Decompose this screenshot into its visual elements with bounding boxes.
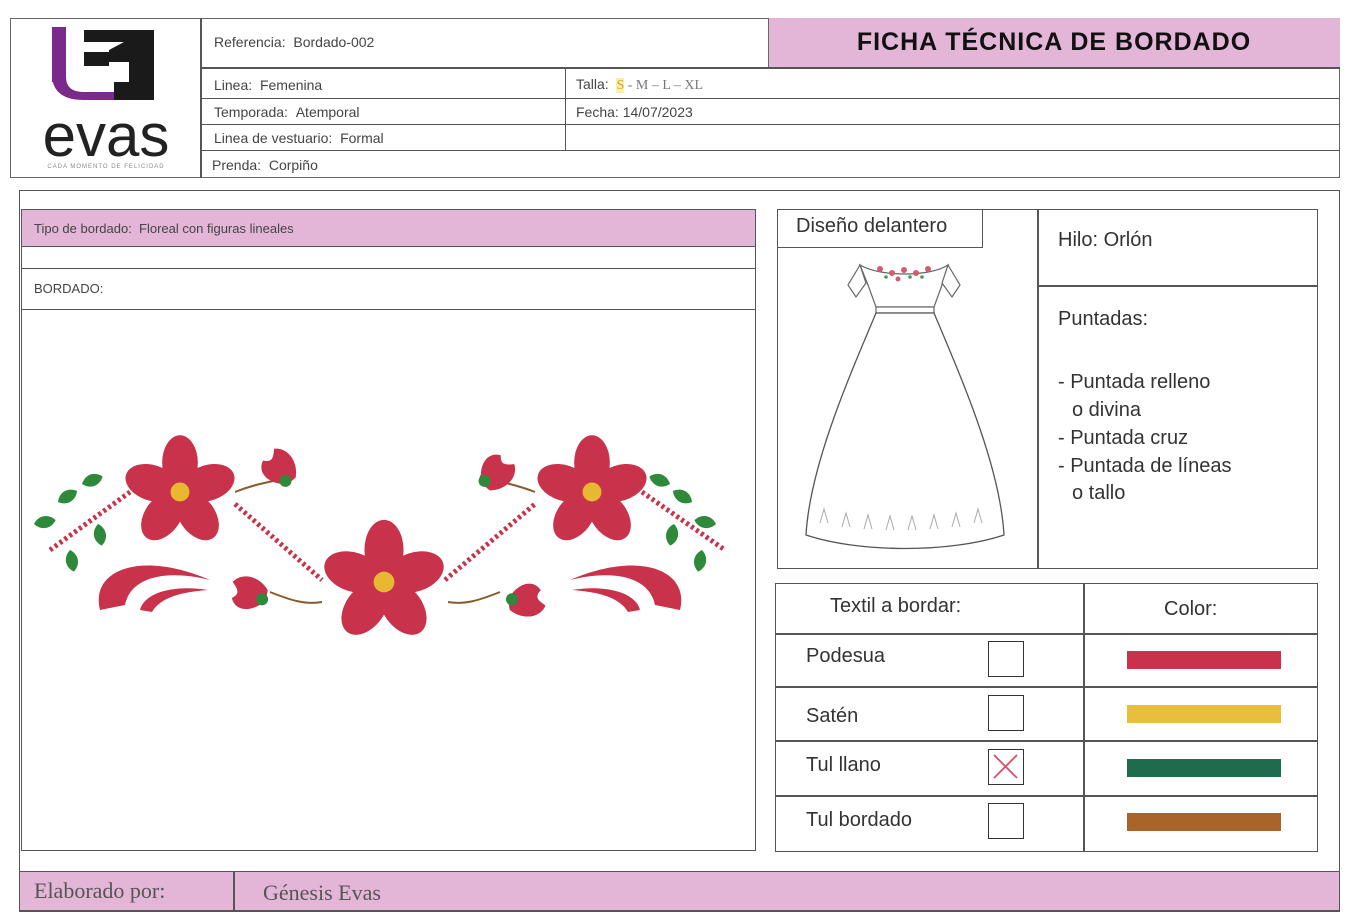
fecha-label: Fecha:	[576, 104, 619, 120]
flower-center	[318, 519, 450, 644]
bud-bottom-right	[503, 581, 547, 621]
talla-field: Talla: S - M – L – XL	[576, 76, 703, 94]
stitch-line-right-inner	[443, 502, 537, 582]
vestuario-field: Linea de vestuario: Formal	[214, 130, 384, 146]
linea-field: Linea: Femenina	[214, 77, 322, 93]
fecha-value: 14/07/2023	[622, 104, 693, 120]
page-title: FICHA TÉCNICA DE BORDADO	[856, 28, 1252, 56]
color-swatch-green	[1127, 759, 1281, 777]
textil-header: Textil a bordar:	[830, 595, 962, 617]
checkbox-tul-llano[interactable]	[988, 749, 1024, 785]
check-x-icon	[993, 754, 1018, 779]
logo-tagline: CADA MOMENTO DE FELICIDAD	[47, 164, 165, 170]
prenda-label: Prenda:	[212, 157, 262, 173]
textile-name-saten: Satén	[806, 705, 859, 727]
flower-right	[532, 435, 652, 549]
bud-top-left	[255, 443, 305, 494]
logo-mark-icon: evas	[43, 27, 170, 169]
footer-label: Elaborado por:	[34, 878, 166, 903]
vestuario-label: Linea de vestuario:	[214, 130, 333, 146]
tipo-value: Floreal con figuras lineales	[139, 221, 294, 236]
color-swatch-yellow	[1127, 705, 1281, 723]
color-swatch-red	[1127, 651, 1281, 669]
tipo-bordado-field: Tipo de bordado: Floreal con figuras lin…	[34, 221, 294, 236]
delantero-label: Diseño delantero	[796, 215, 948, 237]
temporada-field: Temporada: Atemporal	[214, 104, 360, 120]
fecha-field: Fecha: 14/07/2023	[576, 104, 693, 120]
talla-options: - M – L – XL	[624, 78, 704, 93]
textile-name-podesua: Podesua	[806, 645, 885, 667]
footer-value: Génesis Evas	[263, 880, 381, 905]
puntada-3-cont: o tallo	[1072, 482, 1126, 504]
vestuario-value: Formal	[340, 130, 384, 146]
footer-band	[19, 871, 1340, 911]
puntada-1: - Puntada relleno	[1058, 371, 1211, 393]
referencia-label: Referencia:	[214, 34, 286, 50]
prenda-field: Prenda: Corpiño	[212, 157, 318, 173]
checkbox-podesua[interactable]	[988, 641, 1024, 677]
bud-top-right	[470, 448, 521, 499]
stitch-line-left-inner	[233, 502, 324, 582]
flower-left	[120, 435, 240, 549]
temporada-label: Temporada:	[214, 104, 288, 120]
talla-label: Talla:	[576, 76, 609, 92]
dress-sketch	[805, 263, 1005, 550]
puntada-1-cont: o divina	[1072, 399, 1141, 421]
textile-name-tul-llano: Tul llano	[806, 754, 881, 776]
hilo-text: Hilo: Orlón	[1058, 229, 1153, 251]
tipo-label: Tipo de bordado:	[34, 221, 132, 236]
bordado-label: BORDADO:	[34, 281, 104, 296]
checkbox-saten[interactable]	[988, 695, 1024, 731]
temporada-value: Atemporal	[295, 104, 360, 120]
color-header: Color:	[1164, 598, 1218, 620]
linea-label: Linea:	[214, 77, 253, 93]
color-swatch-brown	[1127, 813, 1281, 831]
linea-value: Femenina	[259, 77, 323, 93]
bud-bottom-left	[228, 573, 272, 613]
logo-brand: evas	[43, 102, 170, 169]
prenda-value: Corpiño	[268, 157, 318, 173]
logo: evas CADA MOMENTO DE FELICIDAD	[14, 22, 198, 174]
puntada-2: - Puntada cruz	[1058, 427, 1189, 449]
textile-name-tul-bordado: Tul bordado	[806, 809, 912, 831]
referencia-field: Referencia: Bordado-002	[214, 34, 374, 50]
puntada-3: - Puntada de líneas	[1058, 455, 1232, 477]
checkbox-tul-bordado[interactable]	[988, 803, 1024, 839]
referencia-value: Bordado-002	[293, 34, 375, 50]
embroidery-pattern	[32, 435, 727, 644]
puntadas-title: Puntadas:	[1058, 308, 1149, 330]
